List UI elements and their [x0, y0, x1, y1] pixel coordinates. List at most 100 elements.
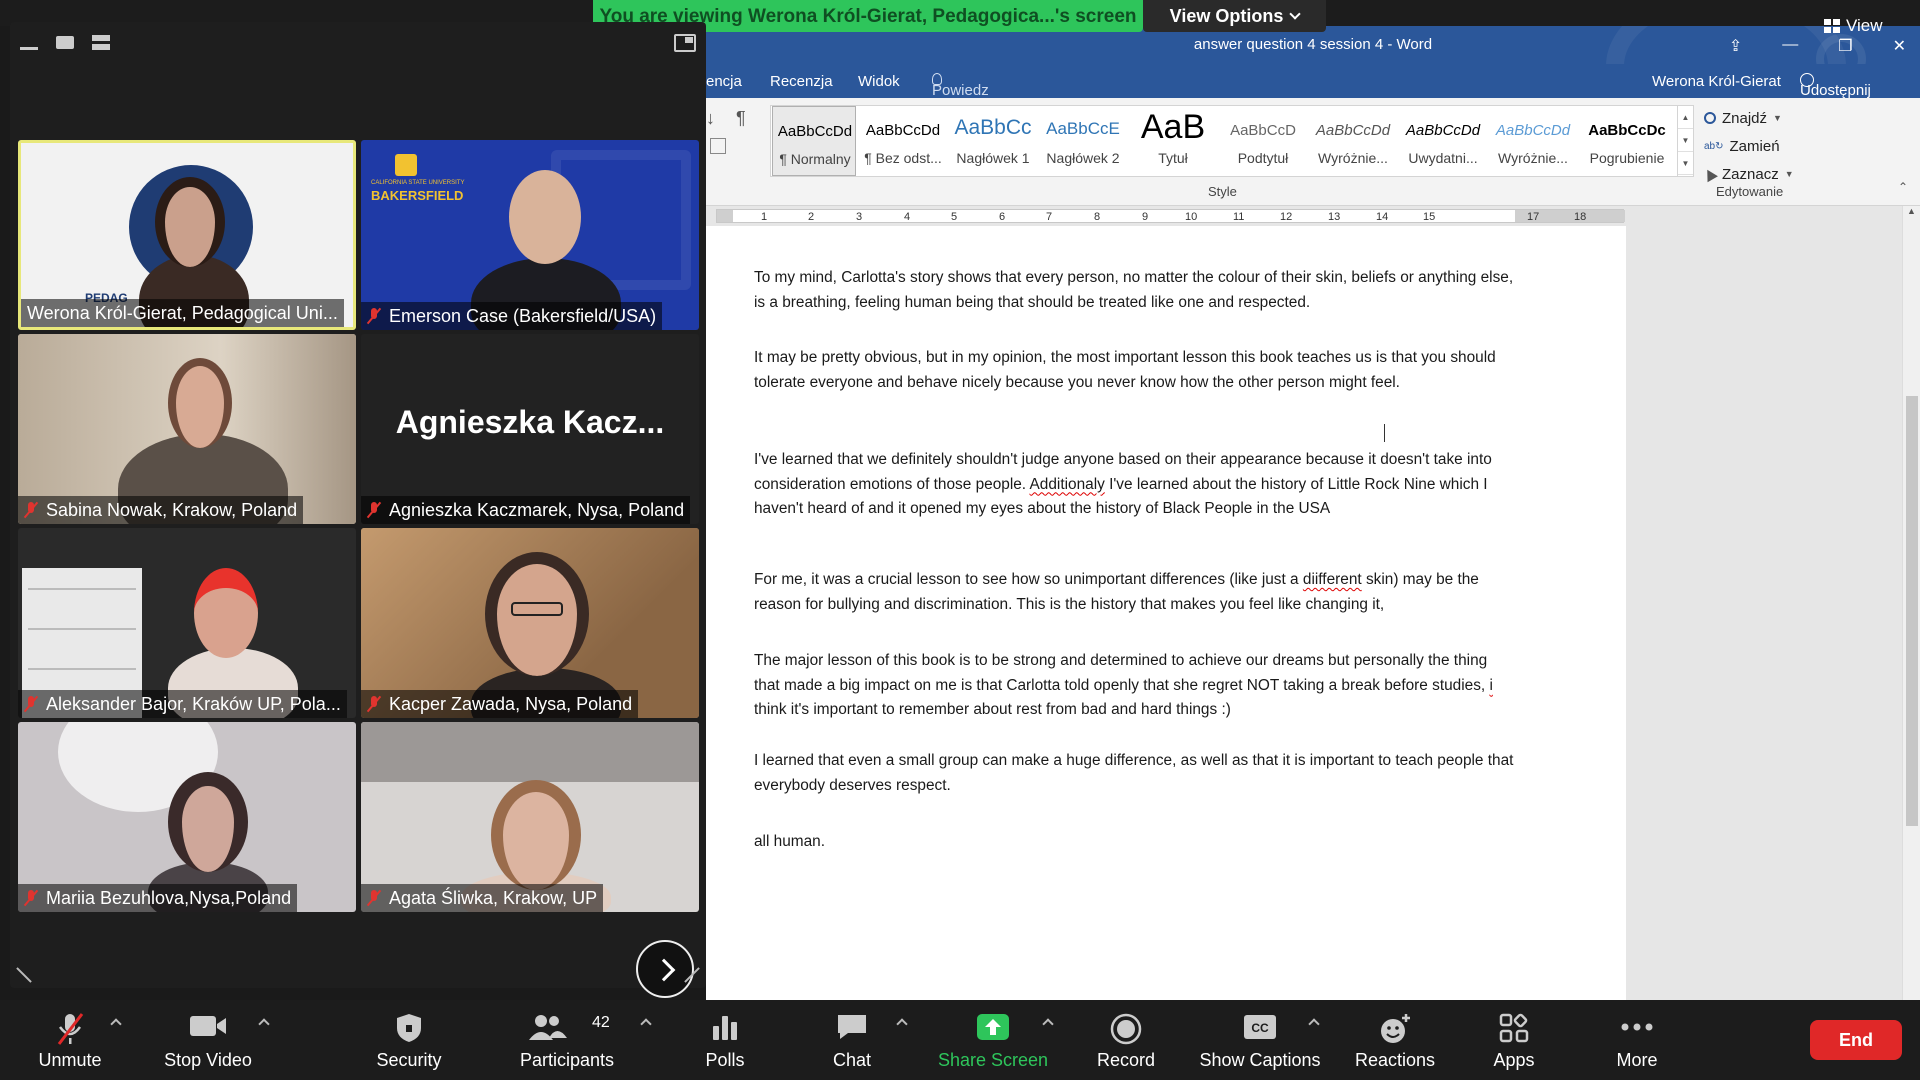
borders-icon[interactable] [710, 138, 726, 154]
style-normal[interactable]: AaBbCcDd ¶ Normalny [772, 106, 856, 176]
participants-button[interactable]: Participants [506, 1000, 628, 1080]
scroll-up-icon[interactable]: ▲ [1678, 106, 1693, 129]
doc-paragraph-2[interactable]: It may be pretty obvious, but in my opin… [754, 346, 1514, 395]
video-tile-sabina[interactable]: Sabina Nowak, Krakow, Poland [18, 334, 356, 524]
view-options-button[interactable]: View Options [1143, 0, 1326, 32]
ruler-number: 5 [951, 211, 958, 223]
doc-paragraph-5[interactable]: The major lesson of this book is to be s… [754, 649, 1514, 723]
glasses-icon [511, 602, 563, 616]
scroll-down-icon[interactable]: ▼ [1678, 129, 1693, 152]
style-preview: AaB [1140, 108, 1206, 146]
minimize-icon[interactable]: — [1782, 36, 1798, 56]
sort-icon[interactable]: ↓ [706, 108, 715, 129]
unmute-label: Unmute [38, 1050, 102, 1070]
chat-options-caret-icon[interactable] [896, 1018, 908, 1030]
doc-paragraph-7[interactable]: all human. [754, 830, 1514, 855]
style-preview: AaBbCcDd [1405, 122, 1481, 139]
misspelled-word[interactable]: diifferent [1303, 571, 1362, 588]
ruler-number: 6 [999, 211, 1006, 223]
participants-label: Participants [519, 1050, 615, 1070]
record-button[interactable]: Record [1078, 1000, 1174, 1080]
scrollbar-thumb[interactable] [1906, 396, 1918, 826]
account-name[interactable]: Werona Król-Gierat [1652, 73, 1781, 90]
video-tile-agnieszka[interactable]: Agnieszka Kacz... Agnieszka Kaczmarek, N… [361, 334, 699, 524]
ruler-number: 12 [1280, 211, 1293, 223]
cursor-arrow-icon [1702, 166, 1718, 182]
doc-paragraph-1[interactable]: To my mind, Carlotta's story shows that … [754, 266, 1514, 315]
share-screen-button[interactable]: Share Screen [934, 1000, 1052, 1080]
dresser-line [28, 588, 136, 590]
doc-paragraph-3[interactable]: I've learned that we definitely shouldn'… [754, 448, 1514, 522]
share-button[interactable]: Udostępnij [1800, 73, 1871, 99]
misspelled-word[interactable]: i [1489, 677, 1492, 694]
side-by-side-icon[interactable] [674, 34, 696, 52]
style-heading-2[interactable]: AaBbCcE Nagłówek 2 [1039, 106, 1127, 176]
speaker-view-icon[interactable] [56, 35, 74, 49]
misspelled-word[interactable]: Additionaly [1030, 476, 1105, 493]
style-intense-emphasis[interactable]: AaBbCcDd Wyróżnie... [1489, 106, 1577, 176]
doc-paragraph-4[interactable]: For me, it was a crucial lesson to see h… [754, 568, 1514, 617]
tab-view[interactable]: Widok [858, 73, 900, 90]
style-emphasis[interactable]: AaBbCcDd Uwydatni... [1399, 106, 1487, 176]
document-scrollbar[interactable]: ▲ [1902, 206, 1920, 1000]
stop-video-button[interactable]: Stop Video [150, 1000, 266, 1080]
styles-scroll[interactable]: ▲ ▼ ▼ [1677, 106, 1693, 176]
style-subtle-emphasis[interactable]: AaBbCcDd Wyróżnie... [1309, 106, 1397, 176]
apps-label: Apps [1493, 1050, 1535, 1070]
style-label: Podtytuł [1237, 150, 1289, 166]
resize-handle-left-icon[interactable] [14, 966, 32, 984]
record-label: Record [1096, 1050, 1156, 1070]
thumbnail-view-icon[interactable] [92, 34, 110, 50]
style-subtitle[interactable]: AaBbCcD Podtytuł [1219, 106, 1307, 176]
video-tile-werona[interactable]: PEDAG Werona Król-Gierat, Pedagogical Un… [18, 140, 356, 330]
apps-button[interactable]: Apps [1478, 1000, 1550, 1080]
video-camera-icon [190, 1016, 226, 1036]
minimize-video-icon[interactable] [20, 46, 38, 50]
unmute-button[interactable]: Unmute [22, 1000, 118, 1080]
pilcrow-icon[interactable]: ¶ [736, 108, 746, 129]
tab-review[interactable]: Recenzja [770, 73, 833, 90]
security-button[interactable]: Security [356, 1000, 462, 1080]
scroll-up-icon[interactable]: ▲ [1903, 206, 1920, 216]
ruler-margin-left [717, 210, 733, 222]
video-tile-kacper[interactable]: Kacper Zawada, Nysa, Poland [361, 528, 699, 718]
resize-handle-right-icon[interactable] [682, 966, 700, 984]
participants-options-caret-icon[interactable] [640, 1018, 652, 1030]
reactions-button[interactable]: Reactions [1346, 1000, 1444, 1080]
style-preview: AaBbCcDd [777, 123, 853, 140]
replace-button[interactable]: ab↻ Zamień [1704, 132, 1884, 160]
style-preview: AaBbCcDc [1588, 122, 1666, 139]
polls-button[interactable]: Polls [690, 1000, 760, 1080]
style-strong[interactable]: AaBbCcDc Pogrubienie [1579, 106, 1675, 176]
muted-mic-icon [367, 889, 381, 907]
replace-label: Zamień [1729, 137, 1780, 155]
document-page[interactable]: To my mind, Carlotta's story shows that … [706, 226, 1626, 1000]
view-options-label: View Options [1169, 6, 1284, 26]
chat-button[interactable]: Chat [812, 1000, 892, 1080]
participants-icon [529, 1015, 568, 1040]
end-meeting-button[interactable]: End [1810, 1020, 1902, 1060]
gallery-view-icon[interactable] [128, 32, 148, 52]
style-heading-1[interactable]: AaBbCc Nagłówek 1 [949, 106, 1037, 176]
university-subtitle: CALIFORNIA STATE UNIVERSITY [371, 180, 465, 186]
more-styles-icon[interactable]: ▼ [1678, 152, 1693, 175]
video-tile-mariia[interactable]: Mariia Bezuhlova,Nysa,Poland [18, 722, 356, 912]
video-tile-agata[interactable]: Agata Śliwka, Krakow, UP [361, 722, 699, 912]
style-label: ¶ Bez odst... [864, 150, 942, 166]
ruler-number: 8 [1094, 211, 1101, 223]
tab-references[interactable]: encja [706, 73, 742, 90]
background-shelf [361, 722, 699, 782]
doc-paragraph-6[interactable]: I learned that even a small group can ma… [754, 749, 1514, 798]
participant-name: Aleksander Bajor, Kraków UP, Pola... [18, 690, 347, 718]
find-button[interactable]: Znajdź ▼ [1704, 104, 1884, 132]
style-title[interactable]: AaB Tytuł [1129, 106, 1217, 176]
show-captions-button[interactable]: CC Show Captions [1194, 1000, 1326, 1080]
tell-me-search[interactable]: Powiedz mi, co chcesz zrobić... [932, 73, 989, 150]
video-tile-emerson[interactable]: CALIFORNIA STATE UNIVERSITY BAKERSFIELD … [361, 140, 699, 330]
collapse-ribbon-icon[interactable]: ⌃ [1898, 180, 1908, 194]
video-tile-aleksander[interactable]: Aleksander Bajor, Kraków UP, Pola... [18, 528, 356, 718]
view-button[interactable]: View [1824, 12, 1910, 40]
ribbon-display-icon[interactable]: ⇪ [1729, 36, 1742, 56]
more-button[interactable]: More [1594, 1000, 1680, 1080]
style-no-spacing[interactable]: AaBbCcDd ¶ Bez odst... [859, 106, 947, 176]
